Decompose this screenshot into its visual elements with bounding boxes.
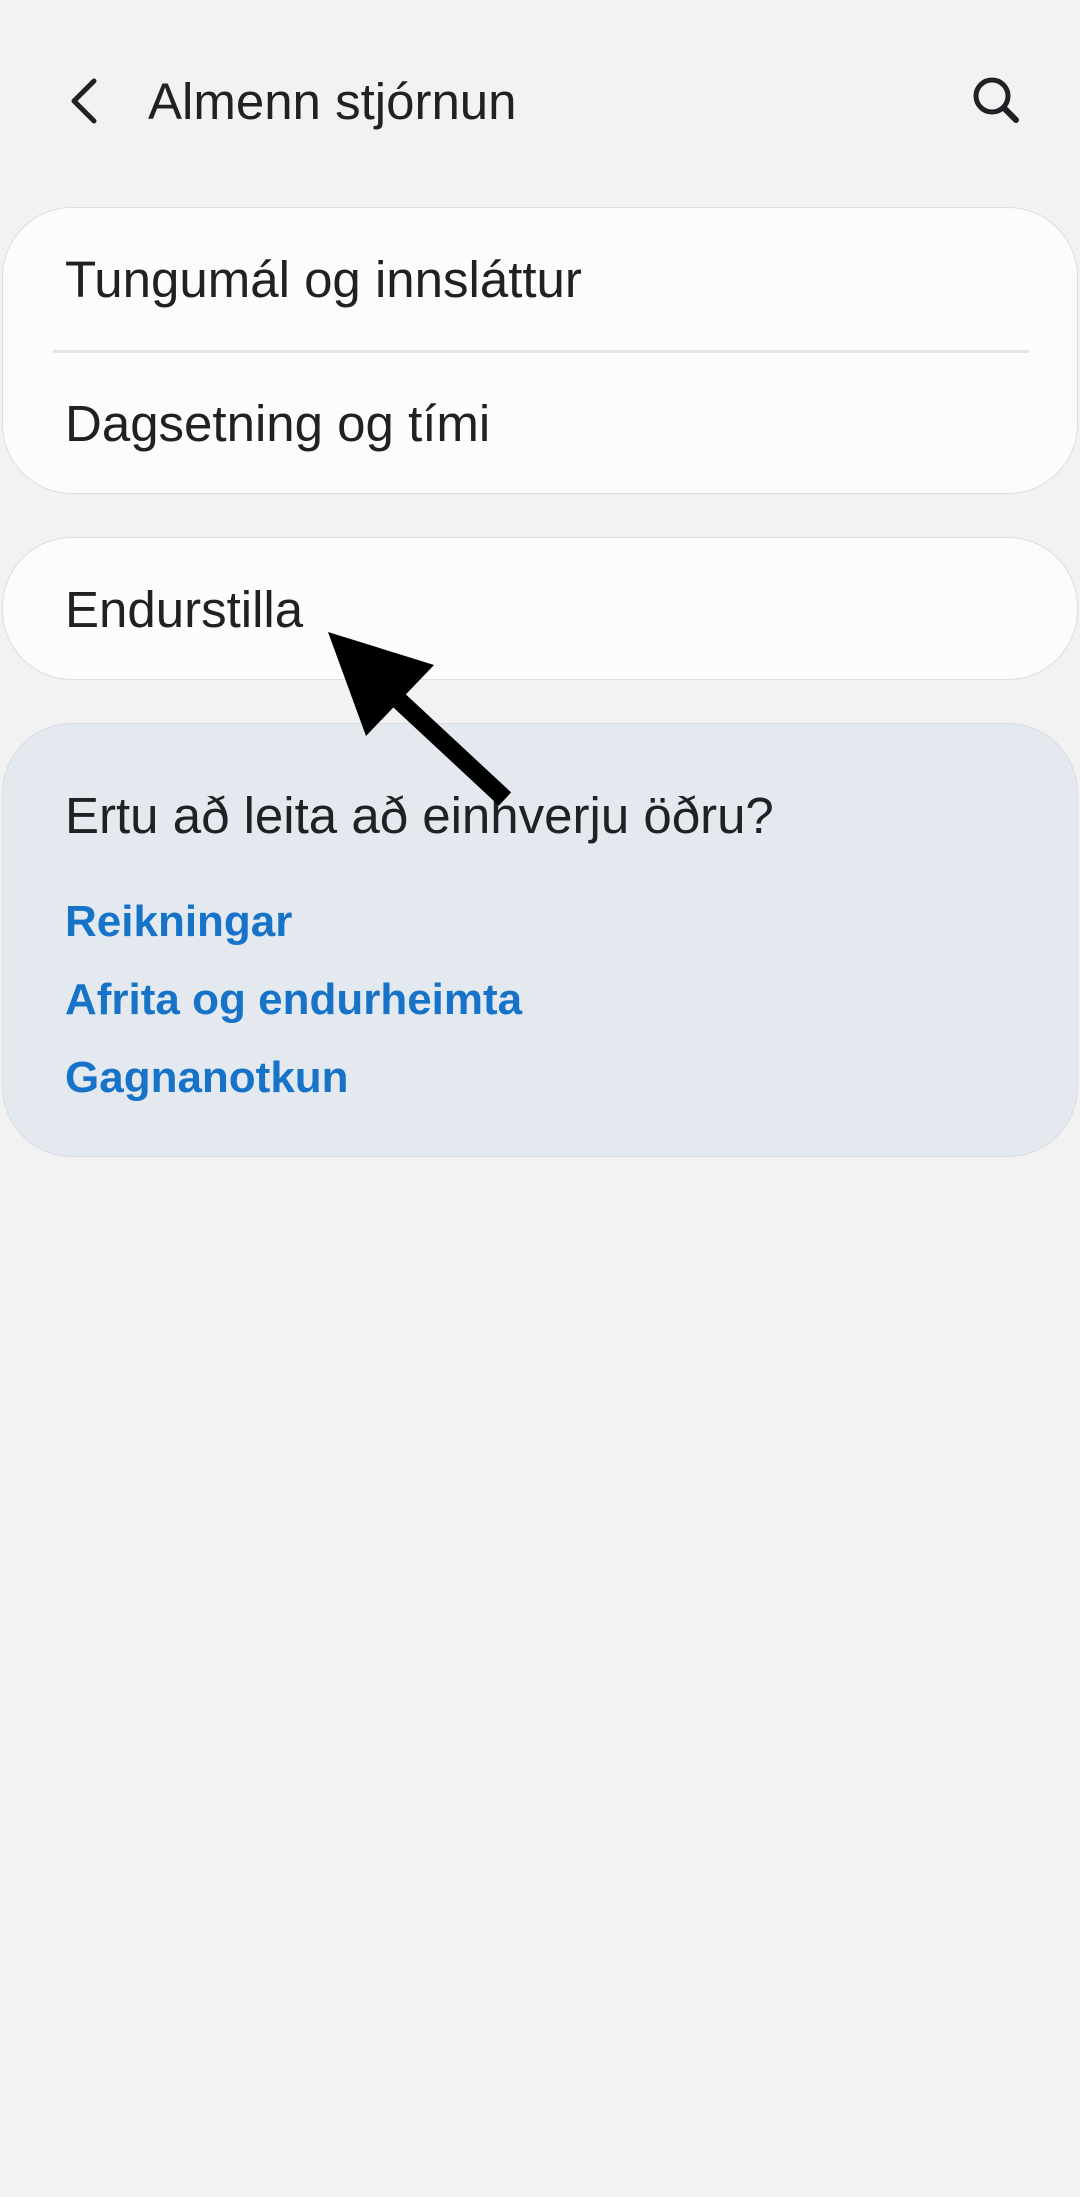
reset-group-card: Endurstilla: [2, 537, 1078, 680]
suggestions-title: Ertu að leita að einhverju öðru?: [65, 787, 774, 844]
page-title: Almenn stjórnun: [148, 73, 517, 130]
settings-group-card: Tungumál og innsláttur Dagsetning og tím…: [2, 207, 1078, 494]
app-header: Almenn stjórnun: [0, 0, 1080, 205]
data-usage-link[interactable]: Gagnanotkun: [65, 1050, 349, 1106]
language-and-input-label: Tungumál og innsláttur: [65, 251, 582, 308]
date-and-time-label: Dagsetning og tími: [65, 395, 491, 452]
accounts-link[interactable]: Reikningar: [65, 894, 292, 950]
backup-and-restore-link[interactable]: Afrita og endurheimta: [65, 972, 522, 1028]
search-icon: [973, 77, 1019, 123]
chevron-left-icon: [71, 78, 97, 124]
reset-item[interactable]: Endurstilla: [3, 538, 1077, 681]
date-and-time-item[interactable]: Dagsetning og tími: [3, 352, 1077, 495]
reset-label: Endurstilla: [65, 581, 304, 638]
search-button[interactable]: [960, 64, 1032, 136]
back-button[interactable]: [48, 62, 120, 140]
language-and-input-item[interactable]: Tungumál og innsláttur: [3, 208, 1077, 351]
suggestions-card: Ertu að leita að einhverju öðru? Reiknin…: [2, 723, 1078, 1157]
